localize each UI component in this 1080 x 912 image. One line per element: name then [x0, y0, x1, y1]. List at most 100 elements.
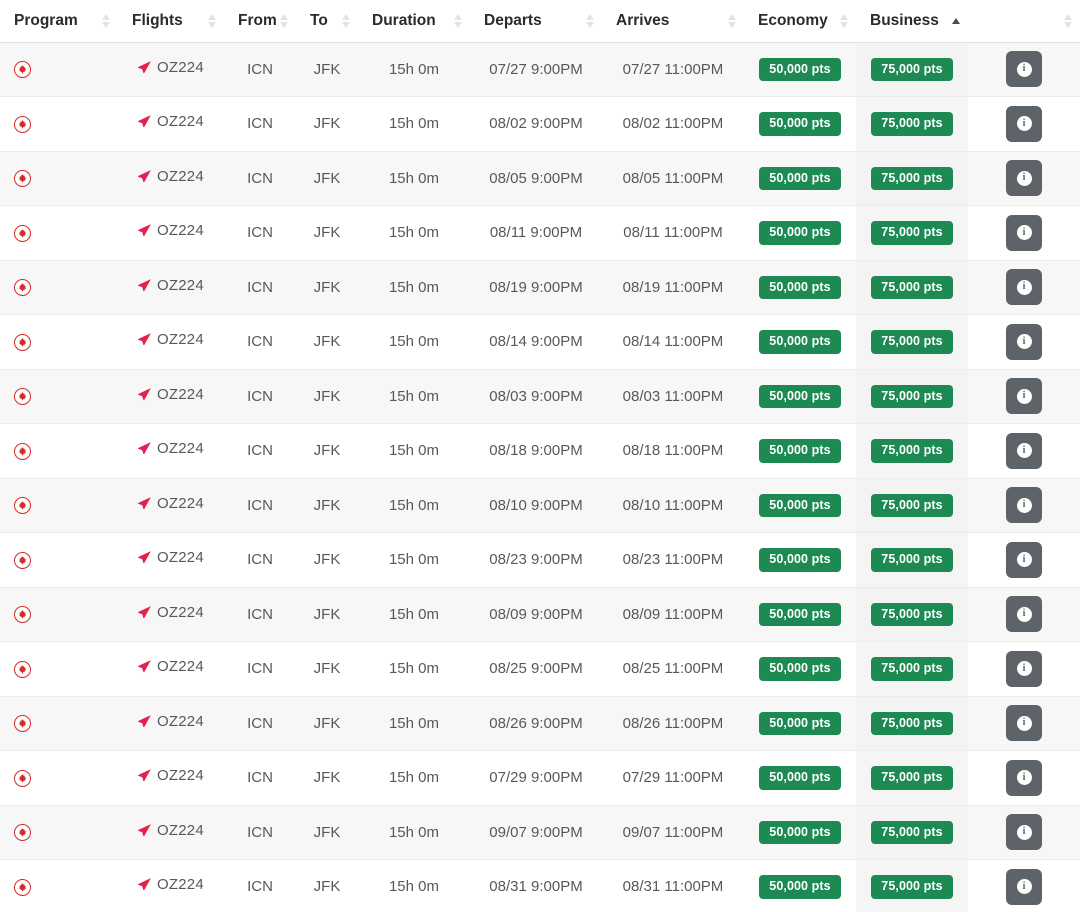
economy-points-badge[interactable]: 50,000 pts: [759, 112, 841, 136]
cell-flight-number: OZ224: [118, 369, 224, 424]
economy-points-badge[interactable]: 50,000 pts: [759, 330, 841, 354]
economy-points-badge[interactable]: 50,000 pts: [759, 384, 841, 408]
economy-points-badge[interactable]: 50,000 pts: [759, 875, 841, 899]
sort-toggle-icon[interactable]: [454, 13, 462, 28]
cell-origin: ICN: [224, 805, 296, 860]
sort-toggle-icon[interactable]: [728, 13, 736, 28]
cell-destination: JFK: [296, 750, 358, 806]
column-header-duration[interactable]: Duration: [358, 0, 470, 43]
flight-info-button[interactable]: i: [1006, 541, 1042, 578]
economy-points-badge[interactable]: 50,000 pts: [759, 548, 841, 572]
table-row[interactable]: OZ224 ICN JFK 15h 0m 08/05 9:00PM 08/05 11:00…: [0, 151, 1080, 206]
table-row[interactable]: OZ224 ICN JFK 15h 0m 08/09 9:00PM 08/09 11:00…: [0, 587, 1080, 642]
cell-business-price: 75,000 pts: [856, 859, 968, 912]
flight-number-label: OZ224: [157, 549, 204, 567]
table-row[interactable]: OZ224 ICN JFK 15h 0m 08/23 9:00PM 08/23 11:00…: [0, 532, 1080, 588]
flight-info-button[interactable]: i: [1006, 105, 1042, 142]
column-header-program[interactable]: Program: [0, 0, 118, 43]
flight-info-button[interactable]: i: [1006, 596, 1042, 633]
economy-points-badge[interactable]: 50,000 pts: [759, 602, 841, 626]
table-row[interactable]: OZ224 ICN JFK 15h 0m 08/26 9:00PM 08/26 11:00…: [0, 696, 1080, 751]
cell-actions: i: [968, 805, 1080, 860]
table-row[interactable]: OZ224 ICN JFK 15h 0m 08/02 9:00PM 08/02 11:00…: [0, 96, 1080, 152]
column-header-flights[interactable]: Flights: [118, 0, 224, 43]
table-row[interactable]: OZ224 ICN JFK 15h 0m 08/19 9:00PM 08/19 11:00…: [0, 260, 1080, 315]
business-points-badge[interactable]: 75,000 pts: [871, 166, 953, 190]
table-row[interactable]: OZ224 ICN JFK 15h 0m 08/03 9:00PM 08/03 11:00…: [0, 369, 1080, 424]
sort-toggle-icon[interactable]: [208, 13, 216, 28]
column-header-to[interactable]: To: [296, 0, 358, 43]
flight-info-button[interactable]: i: [1006, 323, 1042, 360]
flight-info-button[interactable]: i: [1006, 814, 1042, 851]
table-row[interactable]: OZ224 ICN JFK 15h 0m 08/14 9:00PM 08/14 11:00…: [0, 314, 1080, 370]
sort-toggle-icon[interactable]: [586, 13, 594, 28]
flight-info-button[interactable]: i: [1006, 214, 1042, 251]
column-header-arrives[interactable]: Arrives: [602, 0, 744, 43]
column-header-actions[interactable]: [968, 0, 1080, 43]
economy-points-badge[interactable]: 50,000 pts: [759, 766, 841, 790]
flight-info-button[interactable]: i: [1006, 868, 1042, 905]
business-points-badge[interactable]: 75,000 pts: [871, 602, 953, 626]
business-points-badge[interactable]: 75,000 pts: [871, 548, 953, 572]
table-row[interactable]: OZ224 ICN JFK 15h 0m 07/27 9:00PM 07/27 11:00…: [0, 42, 1080, 97]
flight-info-button[interactable]: i: [1006, 51, 1042, 88]
economy-points-badge[interactable]: 50,000 pts: [759, 221, 841, 245]
economy-points-badge[interactable]: 50,000 pts: [759, 657, 841, 681]
table-row[interactable]: OZ224 ICN JFK 15h 0m 08/18 9:00PM 08/18 11:00…: [0, 423, 1080, 479]
cell-arrival: 08/25 11:00PM: [602, 641, 744, 697]
column-header-label: Economy: [758, 11, 828, 29]
cell-actions: i: [968, 369, 1080, 424]
economy-points-badge[interactable]: 50,000 pts: [759, 820, 841, 844]
flight-info-button[interactable]: i: [1006, 759, 1042, 796]
aeroplan-maple-leaf-icon: [14, 115, 31, 133]
sort-toggle-icon[interactable]: [280, 13, 288, 28]
flight-info-button[interactable]: i: [1006, 487, 1042, 524]
table-row[interactable]: OZ224 ICN JFK 15h 0m 08/10 9:00PM 08/10 11:00…: [0, 478, 1080, 533]
flight-info-button[interactable]: i: [1006, 269, 1042, 306]
column-header-departs[interactable]: Departs: [470, 0, 602, 43]
economy-points-badge[interactable]: 50,000 pts: [759, 57, 841, 81]
flight-info-button[interactable]: i: [1006, 705, 1042, 742]
business-points-badge[interactable]: 75,000 pts: [871, 330, 953, 354]
flight-info-button[interactable]: i: [1006, 378, 1042, 415]
economy-points-badge[interactable]: 50,000 pts: [759, 493, 841, 517]
flight-info-button[interactable]: i: [1006, 160, 1042, 197]
flight-info-button[interactable]: i: [1006, 650, 1042, 687]
business-points-badge[interactable]: 75,000 pts: [871, 439, 953, 463]
cell-arrival: 08/23 11:00PM: [602, 532, 744, 588]
business-points-badge[interactable]: 75,000 pts: [871, 875, 953, 899]
business-points-badge[interactable]: 75,000 pts: [871, 766, 953, 790]
business-points-badge[interactable]: 75,000 pts: [871, 493, 953, 517]
flight-info-button[interactable]: i: [1006, 432, 1042, 469]
business-points-badge[interactable]: 75,000 pts: [871, 711, 953, 735]
sort-toggle-icon[interactable]: [342, 13, 350, 28]
table-row[interactable]: OZ224 ICN JFK 15h 0m 09/07 9:00PM 09/07 11:00…: [0, 805, 1080, 860]
sort-ascending-icon[interactable]: [952, 17, 960, 24]
table-row[interactable]: OZ224 ICN JFK 15h 0m 07/29 9:00PM 07/29 11:00…: [0, 750, 1080, 806]
economy-points-badge[interactable]: 50,000 pts: [759, 711, 841, 735]
table-row[interactable]: OZ224 ICN JFK 15h 0m 08/31 9:00PM 08/31 11:00…: [0, 859, 1080, 912]
cell-arrival: 09/07 11:00PM: [602, 805, 744, 860]
business-points-badge[interactable]: 75,000 pts: [871, 57, 953, 81]
info-circle-icon: i: [1016, 116, 1032, 132]
sort-toggle-icon[interactable]: [102, 13, 110, 28]
economy-points-badge[interactable]: 50,000 pts: [759, 166, 841, 190]
business-points-badge[interactable]: 75,000 pts: [871, 221, 953, 245]
business-points-badge[interactable]: 75,000 pts: [871, 820, 953, 844]
table-row[interactable]: OZ224 ICN JFK 15h 0m 08/11 9:00PM 08/11 11:00…: [0, 205, 1080, 261]
economy-points-badge[interactable]: 50,000 pts: [759, 275, 841, 299]
business-points-badge[interactable]: 75,000 pts: [871, 112, 953, 136]
table-row[interactable]: OZ224 ICN JFK 15h 0m 08/25 9:00PM 08/25 11:00…: [0, 641, 1080, 697]
business-points-badge[interactable]: 75,000 pts: [871, 384, 953, 408]
business-points-badge[interactable]: 75,000 pts: [871, 657, 953, 681]
sort-toggle-icon[interactable]: [1064, 13, 1072, 28]
business-points-badge[interactable]: 75,000 pts: [871, 275, 953, 299]
column-header-economy[interactable]: Economy: [744, 0, 856, 43]
column-header-from[interactable]: From: [224, 0, 296, 43]
column-header-business[interactable]: Business: [856, 0, 968, 43]
economy-points-badge[interactable]: 50,000 pts: [759, 439, 841, 463]
sort-toggle-icon[interactable]: [840, 13, 848, 28]
cell-flight-number: OZ224: [118, 532, 224, 588]
airplane-icon: [136, 440, 153, 457]
cell-flight-number: OZ224: [118, 314, 224, 370]
